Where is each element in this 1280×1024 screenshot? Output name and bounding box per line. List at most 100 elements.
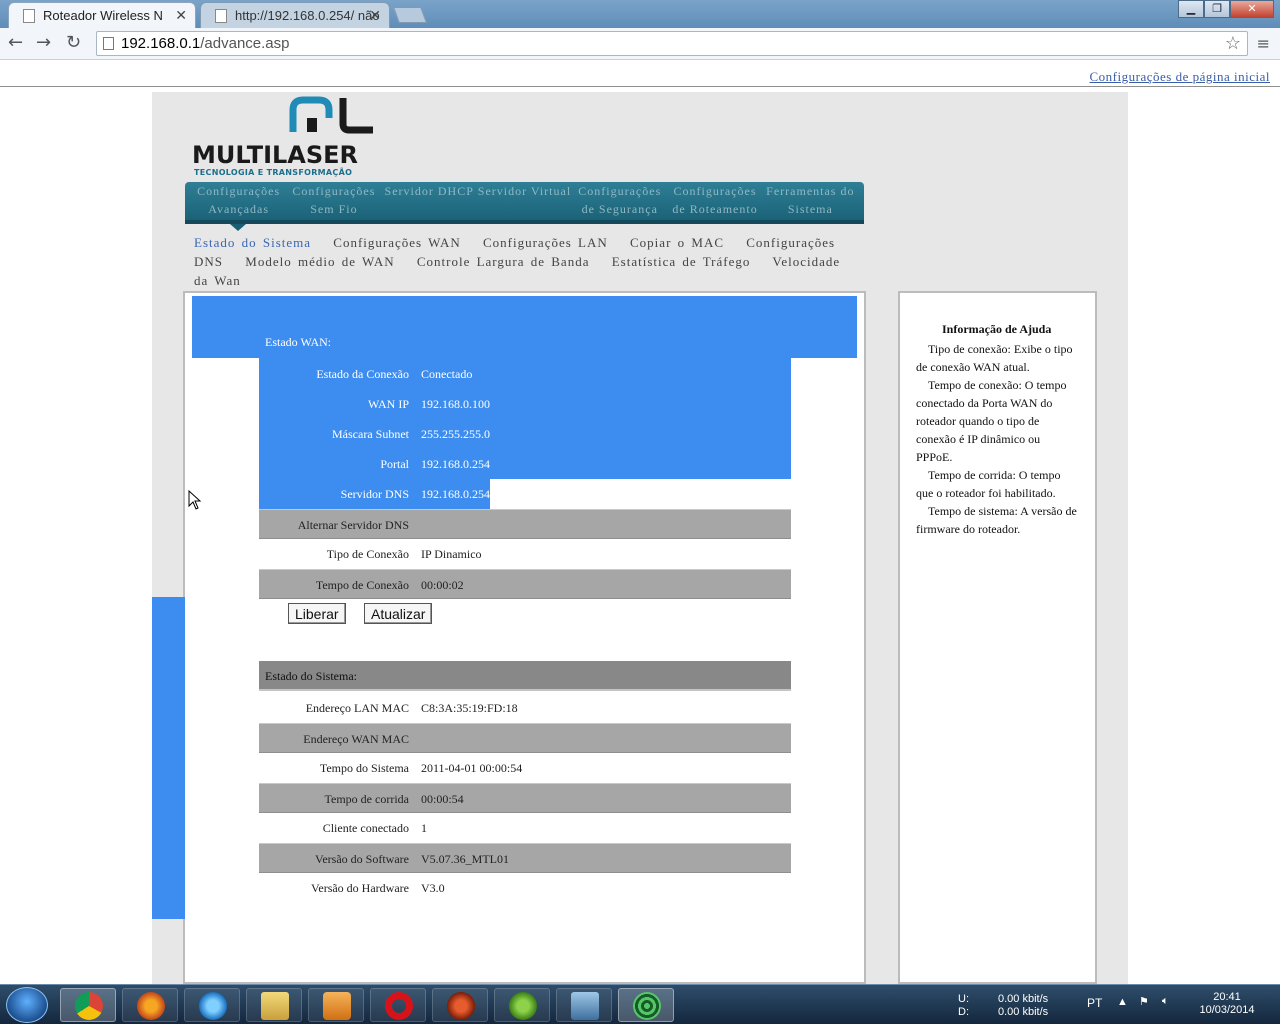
subnav-lan[interactable]: Configurações LAN xyxy=(483,235,608,250)
radar-taskbar-button[interactable] xyxy=(618,988,674,1022)
media-player-icon xyxy=(323,992,351,1020)
firefox-icon xyxy=(137,992,165,1020)
volume-icon[interactable]: 🔈︎ xyxy=(1162,995,1169,1008)
row-label: Cliente conectado xyxy=(322,821,409,835)
browser-titlebar: Roteador Wireless N ✕ http://192.168.0.2… xyxy=(0,0,1280,28)
row-label: Tempo de Conexão xyxy=(315,578,409,592)
nav-virtual-server[interactable]: Servidor Virtual xyxy=(477,182,572,224)
row-value: Conectado xyxy=(421,367,473,381)
row-value: 00:00:54 xyxy=(421,792,464,806)
table-row: Portal 192.168.0.254 xyxy=(259,449,791,479)
menu-icon[interactable]: ≡ xyxy=(1257,34,1270,53)
row-label: Versão do Hardware xyxy=(311,881,409,895)
row-label: WAN IP xyxy=(368,397,409,411)
net-labels: U: D: xyxy=(958,993,969,1019)
utorrent-icon xyxy=(509,992,537,1020)
help-body: Tipo de conexão: Exibe o tipo de conexão… xyxy=(916,340,1078,538)
subnav-bandwidth[interactable]: Controle Largura de Banda xyxy=(417,254,590,269)
help-title: Informação de Ajuda xyxy=(942,322,1052,336)
nav-wireless[interactable]: Configurações Sem Fio xyxy=(286,182,381,224)
screen: Roteador Wireless N ✕ http://192.168.0.2… xyxy=(0,0,1280,1024)
firefox-taskbar-button[interactable] xyxy=(122,988,178,1022)
chrome-taskbar-button[interactable] xyxy=(60,988,116,1022)
home-settings-link[interactable]: Configurações de página inicial xyxy=(1090,69,1270,85)
browser-toolbar: ← → ↻ 192.168.0.1/advance.asp ☆ ≡ xyxy=(0,28,1280,60)
table-row: Máscara Subnet 255.255.255.0 xyxy=(259,419,791,449)
forward-icon[interactable]: → xyxy=(36,32,51,53)
bookmark-star-icon[interactable]: ☆ xyxy=(1225,33,1241,54)
row-label: Tempo do Sistema xyxy=(319,761,409,775)
nav-advanced[interactable]: Configurações Avançadas xyxy=(191,182,286,224)
new-tab-button[interactable] xyxy=(393,7,427,23)
tray-expand-icon[interactable]: ▲ xyxy=(1117,996,1128,1008)
minimize-icon[interactable]: ▁ xyxy=(1178,0,1204,18)
subnav-traffic[interactable]: Estatística de Tráfego xyxy=(612,254,751,269)
tab-title: Roteador Wireless N xyxy=(43,8,163,23)
download-rate: 0.00 kbit/s xyxy=(998,1006,1049,1018)
subnav-system-status[interactable]: Estado do Sistema xyxy=(194,235,311,250)
table-row: Endereço LAN MAC C8:3A:35:19:FD:18 xyxy=(259,693,791,723)
tab-roteador[interactable]: Roteador Wireless N ✕ xyxy=(8,2,196,28)
nav-dhcp[interactable]: Servidor DHCP xyxy=(382,182,477,224)
row-value: 192.168.0.254 xyxy=(421,487,490,501)
table-row: Endereço WAN MAC xyxy=(259,723,791,753)
language-indicator[interactable]: PT xyxy=(1087,996,1102,1010)
table-row: Estado da Conexão Conectado xyxy=(259,359,791,389)
row-value: 1 xyxy=(421,821,427,835)
table-row: Tipo de Conexão IP Dinamico xyxy=(259,539,791,569)
row-value: C8:3A:35:19:FD:18 xyxy=(421,701,518,715)
page-icon xyxy=(103,37,114,50)
download-label: D: xyxy=(958,1006,969,1018)
opera-icon xyxy=(385,992,413,1020)
table-row: Versão do Hardware V3.0 xyxy=(259,873,791,903)
subnav-mac-clone[interactable]: Copiar o MAC xyxy=(630,235,724,250)
wan-status-title: Estado WAN: xyxy=(265,335,332,349)
app-icon xyxy=(447,992,475,1020)
network-taskbar-button[interactable] xyxy=(556,988,612,1022)
utorrent-taskbar-button[interactable] xyxy=(494,988,550,1022)
row-label: Estado da Conexão xyxy=(316,367,409,381)
tab-title: http://192.168.0.254/ não xyxy=(235,8,380,23)
clock-date: 10/03/2014 xyxy=(1199,1004,1255,1016)
row-value: V3.0 xyxy=(421,881,445,895)
table-row: Servidor DNS 192.168.0.254 xyxy=(259,479,791,509)
back-icon[interactable]: ← xyxy=(8,32,23,53)
internet-explorer-icon xyxy=(199,992,227,1020)
subnav-wan[interactable]: Configurações WAN xyxy=(333,235,460,250)
row-label: Portal xyxy=(380,457,409,471)
nav-tools[interactable]: Ferramentas do Sistema xyxy=(763,182,858,224)
table-row: Versão do Software V5.07.36_MTL01 xyxy=(259,843,791,873)
address-bar[interactable]: 192.168.0.1/advance.asp ☆ xyxy=(96,31,1248,56)
release-button[interactable]: Liberar xyxy=(288,603,346,624)
selection-highlight xyxy=(152,597,185,919)
app-taskbar-button[interactable] xyxy=(432,988,488,1022)
nav-routing[interactable]: Configurações de Roteamento xyxy=(667,182,762,224)
refresh-button[interactable]: Atualizar xyxy=(364,603,433,624)
row-value: 00:00:02 xyxy=(421,578,464,592)
help-paragraph: Tipo de conexão: Exibe o tipo de conexão… xyxy=(916,342,1073,374)
tab-second[interactable]: http://192.168.0.254/ não ✕ xyxy=(200,2,390,28)
row-value: 2011-04-01 00:00:54 xyxy=(421,761,523,775)
start-button[interactable] xyxy=(6,987,48,1023)
reload-icon[interactable]: ↻ xyxy=(66,32,81,53)
ie-taskbar-button[interactable] xyxy=(184,988,240,1022)
table-row: Tempo de corrida 00:00:54 xyxy=(259,783,791,813)
flag-icon[interactable]: ⚑ xyxy=(1139,995,1149,1008)
table-row: Alternar Servidor DNS xyxy=(259,509,791,539)
close-window-icon[interactable]: ✕ xyxy=(1230,0,1274,18)
net-rates: 0.00 kbit/s 0.00 kbit/s xyxy=(998,993,1048,1019)
row-label: Endereço LAN MAC xyxy=(305,701,409,715)
row-label: Tempo de corrida xyxy=(324,792,409,806)
subnav-wan-media[interactable]: Modelo médio de WAN xyxy=(245,254,394,269)
maximize-icon[interactable]: ❐ xyxy=(1204,0,1230,18)
close-tab-icon[interactable]: ✕ xyxy=(175,7,187,24)
clock-time: 20:41 xyxy=(1213,991,1241,1003)
opera-taskbar-button[interactable] xyxy=(370,988,426,1022)
url-host: 192.168.0.1 xyxy=(121,35,201,52)
table-row: WAN IP 192.168.0.100 xyxy=(259,389,791,419)
media-taskbar-button[interactable] xyxy=(308,988,364,1022)
clock[interactable]: 20:41 10/03/2014 xyxy=(1196,991,1258,1017)
close-tab-icon[interactable]: ✕ xyxy=(369,7,381,24)
explorer-taskbar-button[interactable] xyxy=(246,988,302,1022)
nav-security[interactable]: Configurações de Segurança xyxy=(572,182,667,224)
